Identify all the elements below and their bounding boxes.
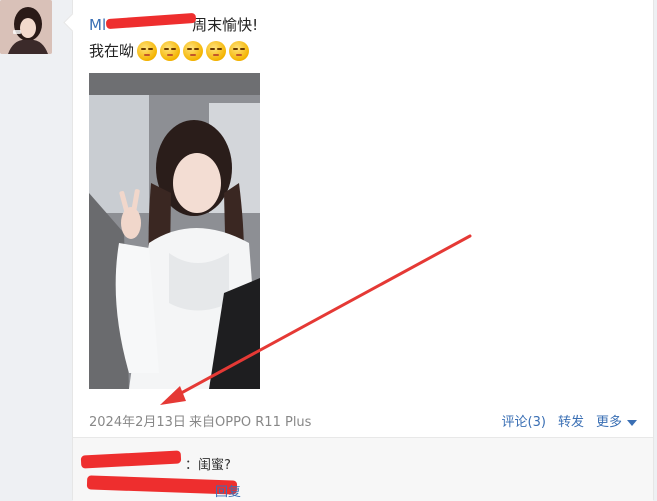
post-photo[interactable] [89,73,260,389]
chevron-down-icon [627,419,637,426]
post-body-line: 我在呦 [89,40,250,61]
comment-text: ：闺蜜? [185,458,231,473]
smile-icon [229,40,250,61]
avatar[interactable] [0,0,52,54]
post-actions: 评论(3) 转发 更多 [502,411,637,430]
commenter-redaction [80,450,182,469]
smile-icon [137,40,158,61]
avatar-image [0,0,52,54]
photo-image [89,73,260,389]
post-body-text: 我在呦 [89,42,135,60]
post-card: Ml 周末愉快! 我在呦 2024年2月13日 来自OPPO R11 Plus … [72,0,654,501]
smile-icon [160,40,181,61]
comment-section: ：闺蜜? 回复 [73,437,653,501]
smile-icon [183,40,204,61]
post-source: 来自OPPO R11 Plus [189,415,312,430]
more-button[interactable]: 更多 [596,411,637,430]
username-link[interactable]: Ml [89,16,106,34]
post-title-text: 周末愉快! [192,16,259,34]
comment-button[interactable]: 评论(3) [502,411,546,430]
smile-icon [206,40,227,61]
more-label: 更多 [595,415,622,430]
repost-button[interactable]: 转发 [558,411,584,430]
post-date[interactable]: 2024年2月13日 [89,411,186,430]
reply-button[interactable]: 回复 [215,481,241,500]
